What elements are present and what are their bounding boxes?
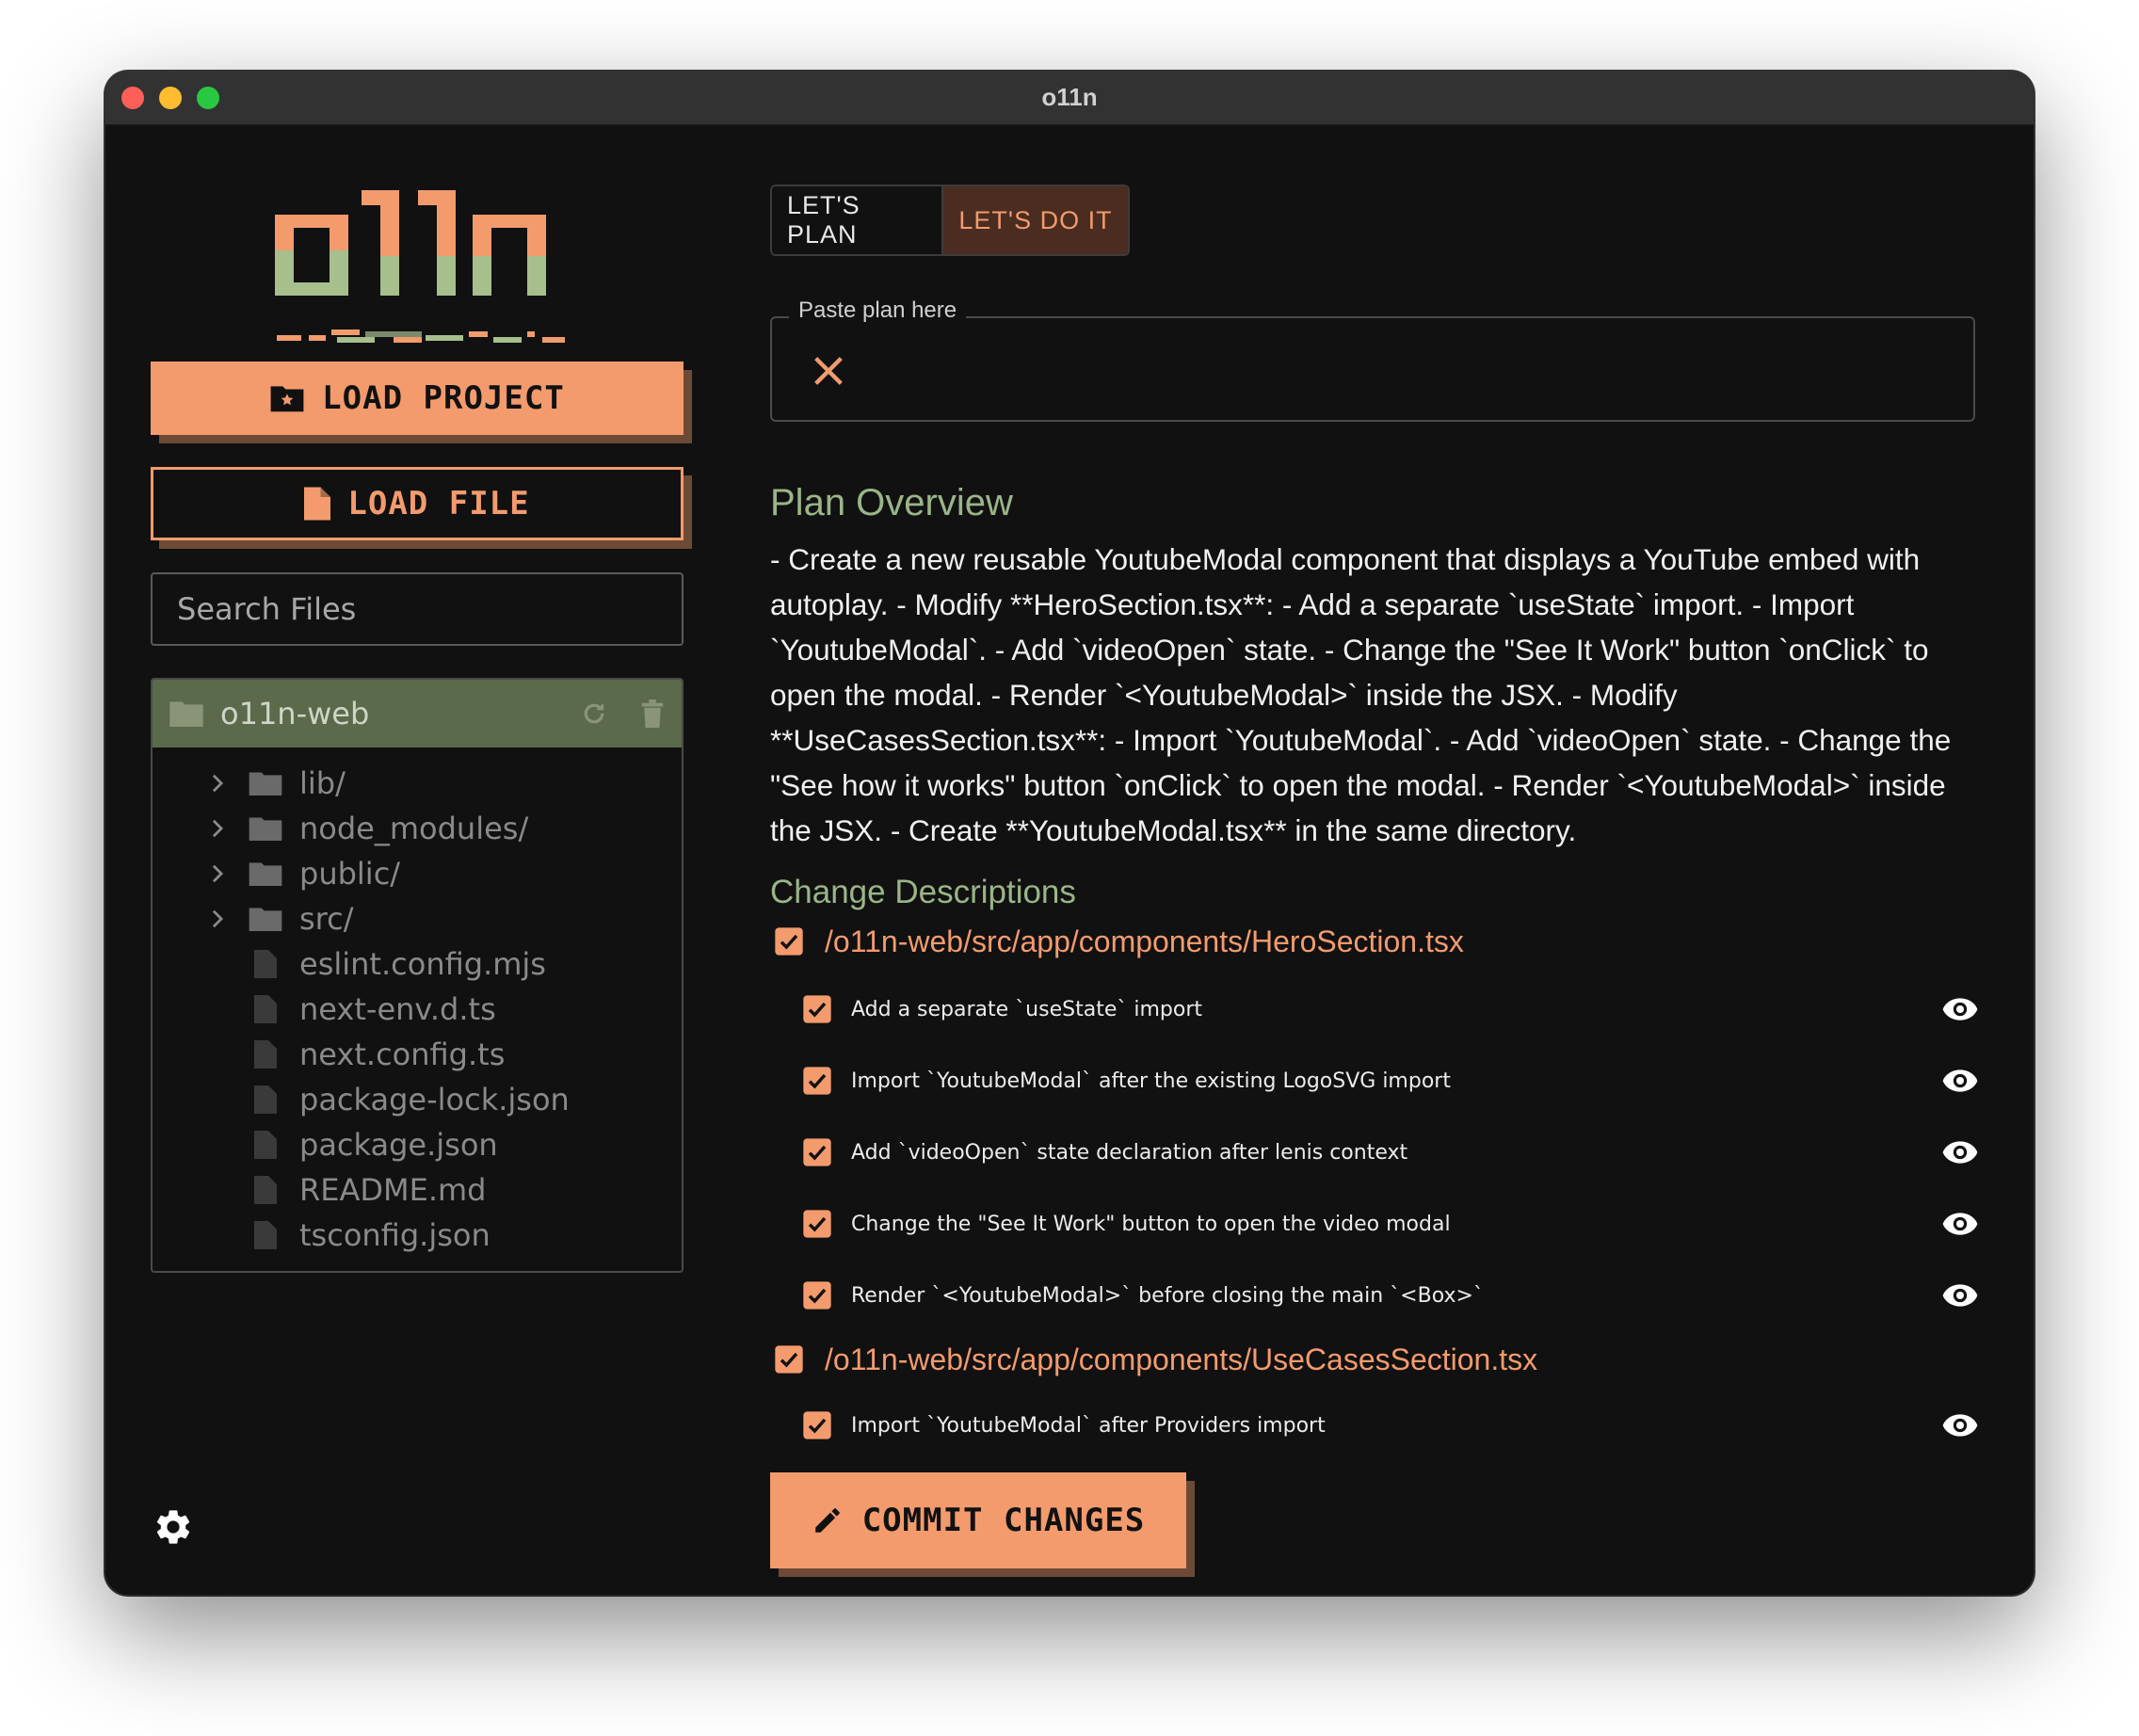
folder-star-icon — [270, 386, 304, 412]
project-name: o11n-web — [220, 696, 370, 731]
change-file-row[interactable]: /o11n-web/src/app/components/HeroSection… — [764, 919, 1464, 964]
change-descriptions-heading: Change Descriptions — [770, 874, 1076, 910]
change-item-text: Change the "See It Work" button to open … — [851, 1212, 1451, 1236]
tree-item[interactable]: lib/ — [153, 761, 682, 806]
load-file-button[interactable]: LOAD FILE — [151, 467, 684, 540]
load-project-label: LOAD PROJECT — [322, 379, 565, 417]
change-item-text: Import `YoutubeModal` after the existing… — [851, 1069, 1451, 1093]
chevron-right-icon — [205, 773, 230, 794]
tree-item[interactable]: next-env.d.ts — [153, 987, 682, 1032]
paste-plan-label: Paste plan here — [789, 297, 967, 324]
checkbox-checked-icon[interactable] — [802, 1280, 832, 1310]
file-icon — [247, 1221, 284, 1249]
tab-lets-plan[interactable]: LET'S PLAN — [772, 186, 941, 254]
tree-item[interactable]: README.md — [153, 1167, 682, 1213]
trash-icon[interactable] — [640, 699, 665, 728]
tree-item-label: lib/ — [299, 765, 346, 801]
checkbox-checked-icon[interactable] — [774, 1344, 804, 1374]
tree-item-label: next.config.ts — [299, 1037, 506, 1072]
checkbox-checked-icon[interactable] — [802, 1209, 832, 1239]
commit-changes-button[interactable]: COMMIT CHANGES — [770, 1472, 1186, 1568]
folder-icon — [247, 861, 284, 886]
change-item-row[interactable]: Add a separate `useState` import — [802, 987, 1979, 1032]
chevron-right-icon — [205, 818, 230, 839]
mode-tabs: LET'S PLAN LET'S DO IT — [770, 185, 1130, 256]
folder-icon — [247, 771, 284, 796]
eye-icon[interactable] — [1941, 1068, 1979, 1094]
eye-icon[interactable] — [1941, 1412, 1979, 1439]
tree-item-label: package-lock.json — [299, 1082, 570, 1117]
tree-item-label: tsconfig.json — [299, 1217, 491, 1253]
tree-item[interactable]: next.config.ts — [153, 1032, 682, 1077]
change-item-row[interactable]: Add `videoOpen` state declaration after … — [802, 1130, 1979, 1175]
file-icon — [247, 1131, 284, 1159]
commit-changes-label: COMMIT CHANGES — [861, 1502, 1146, 1539]
file-icon — [247, 1040, 284, 1069]
search-files-input[interactable] — [151, 572, 684, 646]
plan-overview-heading: Plan Overview — [770, 482, 1013, 523]
folder-icon — [247, 907, 284, 931]
gear-icon[interactable] — [153, 1506, 194, 1548]
change-file-path: /o11n-web/src/app/components/UseCasesSec… — [825, 1342, 1538, 1376]
checkbox-checked-icon[interactable] — [802, 1410, 832, 1440]
tree-item-label: public/ — [299, 856, 401, 892]
folder-icon — [247, 816, 284, 841]
refresh-icon[interactable] — [580, 699, 608, 728]
change-item-text: Import `YoutubeModal` after Providers im… — [851, 1413, 1326, 1438]
load-project-button[interactable]: LOAD PROJECT — [151, 362, 684, 435]
tree-item[interactable]: package-lock.json — [153, 1077, 682, 1122]
folder-icon — [169, 701, 203, 727]
file-icon — [304, 487, 331, 521]
eye-icon[interactable] — [1941, 1211, 1979, 1237]
change-item-row[interactable]: Change the "See It Work" button to open … — [802, 1201, 1979, 1246]
tree-list: lib/ node_modules/ public/ src/ eslint.c — [153, 747, 682, 1258]
checkbox-checked-icon[interactable] — [802, 1137, 832, 1167]
checkbox-checked-icon[interactable] — [774, 926, 804, 956]
change-item-row[interactable]: Import `YoutubeModal` after Providers im… — [802, 1403, 1979, 1448]
change-item-text: Render `<YoutubeModal>` before closing t… — [851, 1283, 1484, 1308]
pencil-icon — [814, 1508, 840, 1533]
tree-item[interactable]: node_modules/ — [153, 806, 682, 851]
plan-overview-text: - Create a new reusable YoutubeModal com… — [770, 542, 1952, 847]
change-file-row[interactable]: /o11n-web/src/app/components/UseCasesSec… — [764, 1337, 1537, 1382]
eye-icon[interactable] — [1941, 996, 1979, 1022]
window-title: o11n — [1041, 83, 1098, 111]
checkbox-checked-icon[interactable] — [802, 994, 832, 1024]
tree-item-label: node_modules/ — [299, 811, 529, 846]
change-item-text: Add `videoOpen` state declaration after … — [851, 1140, 1408, 1165]
file-icon — [247, 950, 284, 978]
app-window: o11n o11n — [105, 72, 2034, 1595]
eye-icon[interactable] — [1941, 1139, 1979, 1165]
tree-item[interactable]: package.json — [153, 1122, 682, 1167]
tree-item-label: README.md — [299, 1172, 487, 1208]
tree-item[interactable]: public/ — [153, 851, 682, 896]
chevron-right-icon — [205, 863, 230, 884]
load-file-label: LOAD FILE — [347, 485, 530, 522]
project-header[interactable]: o11n-web — [153, 680, 682, 747]
tab-lets-do-it[interactable]: LET'S DO IT — [941, 186, 1128, 254]
tree-item-label: src/ — [299, 901, 354, 937]
change-file-path: /o11n-web/src/app/components/HeroSection… — [825, 924, 1464, 958]
change-item-text: Add a separate `useState` import — [851, 997, 1202, 1021]
tree-item-label: package.json — [299, 1127, 498, 1163]
change-item-row[interactable]: Import `YoutubeModal` after the existing… — [802, 1058, 1979, 1103]
chevron-right-icon — [205, 908, 230, 929]
checkbox-checked-icon[interactable] — [802, 1066, 832, 1096]
file-icon — [247, 1176, 284, 1204]
file-icon — [247, 1085, 284, 1114]
tree-item-label: next-env.d.ts — [299, 991, 496, 1027]
tree-item[interactable]: eslint.config.mjs — [153, 941, 682, 987]
title-bar: o11n — [105, 72, 2034, 125]
tree-item[interactable]: tsconfig.json — [153, 1213, 682, 1258]
paste-plan-field[interactable]: Paste plan here — [770, 297, 1975, 422]
tree-item-label: eslint.config.mjs — [299, 946, 546, 982]
eye-icon[interactable] — [1941, 1282, 1979, 1309]
close-icon[interactable] — [810, 352, 847, 390]
file-tree: o11n-web lib/ node_modules/ public/ src/… — [151, 678, 684, 1273]
change-list: /o11n-web/src/app/components/HeroSection… — [764, 919, 1998, 1516]
file-icon — [247, 995, 284, 1023]
change-item-row[interactable]: Render `<YoutubeModal>` before closing t… — [802, 1273, 1979, 1318]
tree-item[interactable]: src/ — [153, 896, 682, 941]
